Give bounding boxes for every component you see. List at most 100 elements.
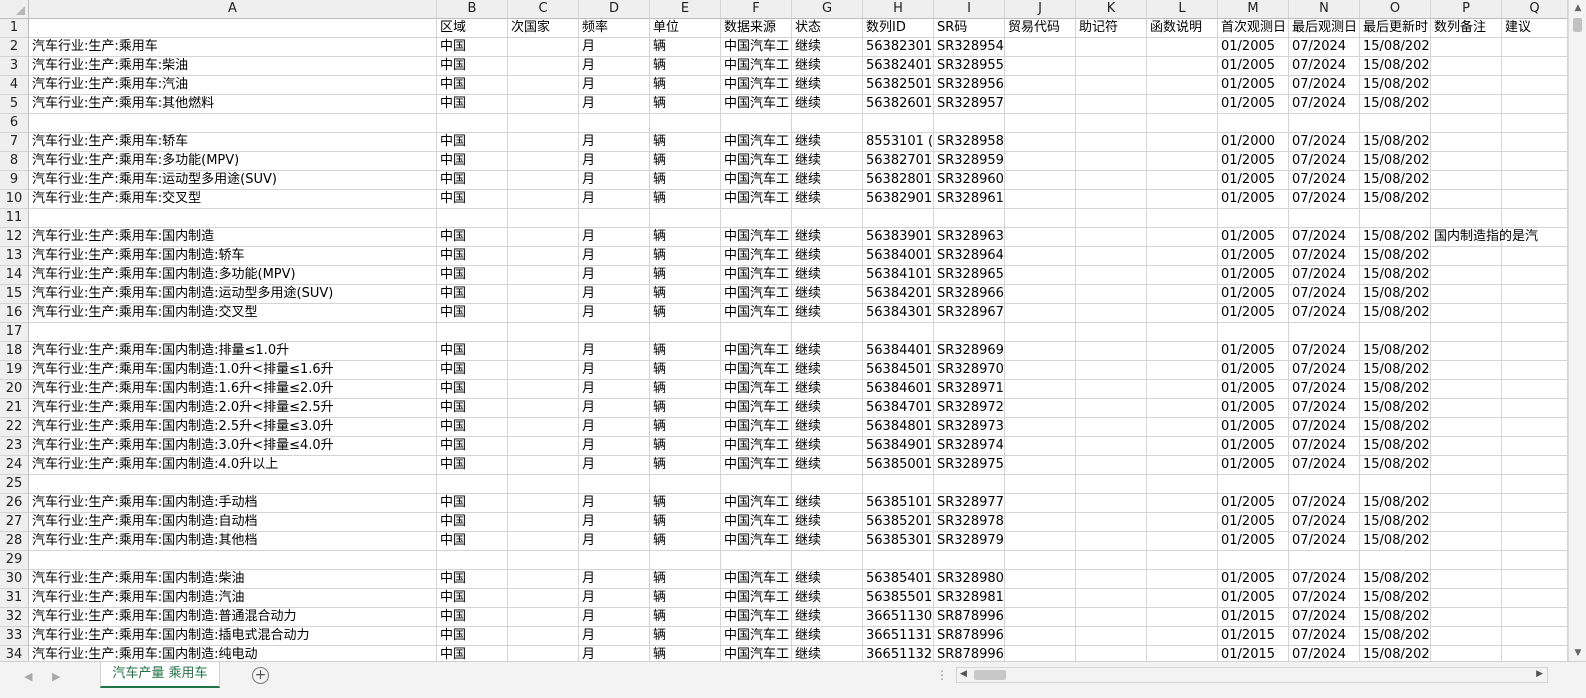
cell-j[interactable]	[1005, 304, 1076, 323]
cell-i[interactable]: SR87899667	[934, 627, 1005, 646]
cell-n[interactable]: 07/2024	[1289, 646, 1360, 661]
select-all-button[interactable]	[0, 0, 29, 19]
cell-l[interactable]	[1147, 247, 1218, 266]
spreadsheet-grid[interactable]: A B C D E F G H I J K L M N O P Q 1 区域 次国家 频率 单位 数据来源 状态 数列ID SR码…	[0, 0, 1568, 661]
row-header[interactable]: 31	[0, 589, 29, 608]
cell-f[interactable]: 中国汽车工	[721, 266, 792, 285]
cell-e[interactable]: 辆	[650, 513, 721, 532]
cell-d[interactable]	[579, 551, 650, 570]
cell-i[interactable]: SR328964	[934, 247, 1005, 266]
cell-e[interactable]: 辆	[650, 589, 721, 608]
cell-g[interactable]: 继续	[792, 95, 863, 114]
cell-n[interactable]: 07/2024	[1289, 133, 1360, 152]
cell-i[interactable]: SR328957	[934, 95, 1005, 114]
cell-p[interactable]	[1431, 114, 1502, 133]
cell-d[interactable]: 月	[579, 266, 650, 285]
cell-b[interactable]: 中国	[437, 342, 508, 361]
horizontal-scrollbar[interactable]: ◀ ▶	[956, 667, 1548, 683]
cell-e[interactable]: 辆	[650, 342, 721, 361]
cell-e[interactable]: 辆	[650, 228, 721, 247]
cell-j[interactable]	[1005, 475, 1076, 494]
cell-o[interactable]: 15/08/2024	[1360, 38, 1431, 57]
cell-c[interactable]	[508, 76, 579, 95]
cell-n[interactable]: 07/2024	[1289, 513, 1360, 532]
cell-o[interactable]: 最后更新时	[1360, 19, 1431, 38]
cell-l[interactable]	[1147, 399, 1218, 418]
cell-p[interactable]	[1431, 133, 1502, 152]
cell-o[interactable]: 15/08/202	[1360, 228, 1431, 247]
cell-b[interactable]: 中国	[437, 133, 508, 152]
cell-l[interactable]	[1147, 171, 1218, 190]
cell-f[interactable]	[721, 209, 792, 228]
cell-a[interactable]: 汽车行业:生产:乘用车:国内制造:手动档	[29, 494, 437, 513]
cell-h[interactable]: 数列ID	[863, 19, 934, 38]
cell-j[interactable]	[1005, 190, 1076, 209]
cell-g[interactable]: 继续	[792, 304, 863, 323]
cell-a[interactable]: 汽车行业:生产:乘用车:国内制造:自动档	[29, 513, 437, 532]
cell-a[interactable]: 汽车行业:生产:乘用车:国内制造:插电式混合动力	[29, 627, 437, 646]
cell-q[interactable]	[1502, 285, 1568, 304]
cell-p[interactable]	[1431, 551, 1502, 570]
scroll-up-icon[interactable]: ▲	[1572, 2, 1584, 14]
column-header-b[interactable]: B	[437, 0, 508, 19]
cell-k[interactable]	[1076, 76, 1147, 95]
cell-p[interactable]	[1431, 304, 1502, 323]
cell-e[interactable]: 辆	[650, 133, 721, 152]
cell-k[interactable]	[1076, 551, 1147, 570]
cell-d[interactable]	[579, 323, 650, 342]
cell-g[interactable]: 继续	[792, 513, 863, 532]
column-header-l[interactable]: L	[1147, 0, 1218, 19]
cell-c[interactable]	[508, 551, 579, 570]
cell-j[interactable]	[1005, 570, 1076, 589]
cell-a[interactable]: 汽车行业:生产:乘用车:国内制造:纯电动	[29, 646, 437, 661]
cell-m[interactable]: 01/2005	[1218, 570, 1289, 589]
cell-n[interactable]: 07/2024	[1289, 171, 1360, 190]
cell-l[interactable]	[1147, 209, 1218, 228]
cell-k[interactable]	[1076, 532, 1147, 551]
cell-h[interactable]: 366511327	[863, 646, 934, 661]
cell-m[interactable]: 01/2005	[1218, 399, 1289, 418]
cell-l[interactable]	[1147, 570, 1218, 589]
cell-j[interactable]	[1005, 266, 1076, 285]
cell-k[interactable]	[1076, 95, 1147, 114]
cell-p[interactable]	[1431, 38, 1502, 57]
cell-c[interactable]	[508, 513, 579, 532]
cell-n[interactable]: 07/2024	[1289, 589, 1360, 608]
cell-i[interactable]: SR328970	[934, 361, 1005, 380]
cell-b[interactable]: 中国	[437, 513, 508, 532]
cell-k[interactable]	[1076, 133, 1147, 152]
cell-o[interactable]: 15/08/2024	[1360, 171, 1431, 190]
cell-d[interactable]: 月	[579, 627, 650, 646]
cell-c[interactable]	[508, 228, 579, 247]
cell-i[interactable]: SR328973	[934, 418, 1005, 437]
cell-a[interactable]	[29, 475, 437, 494]
cell-n[interactable]: 07/2024	[1289, 418, 1360, 437]
cell-c[interactable]	[508, 456, 579, 475]
cell-b[interactable]: 中国	[437, 266, 508, 285]
cell-o[interactable]: 15/08/2024	[1360, 570, 1431, 589]
cell-q[interactable]: 建议	[1502, 19, 1568, 38]
cell-n[interactable]: 07/2024	[1289, 532, 1360, 551]
cell-c[interactable]	[508, 475, 579, 494]
row-header[interactable]: 20	[0, 380, 29, 399]
cell-l[interactable]	[1147, 513, 1218, 532]
cell-d[interactable]: 月	[579, 76, 650, 95]
cell-c[interactable]	[508, 38, 579, 57]
cell-e[interactable]: 辆	[650, 76, 721, 95]
row-header[interactable]: 26	[0, 494, 29, 513]
cell-d[interactable]: 月	[579, 380, 650, 399]
cell-c[interactable]	[508, 532, 579, 551]
cell-g[interactable]: 状态	[792, 19, 863, 38]
cell-p[interactable]	[1431, 361, 1502, 380]
cell-c[interactable]	[508, 380, 579, 399]
cell-g[interactable]: 继续	[792, 456, 863, 475]
cell-b[interactable]: 中国	[437, 437, 508, 456]
cell-m[interactable]: 01/2005	[1218, 190, 1289, 209]
cell-n[interactable]: 07/2024	[1289, 456, 1360, 475]
cell-b[interactable]: 区域	[437, 19, 508, 38]
cell-f[interactable]: 中国汽车工	[721, 190, 792, 209]
cell-g[interactable]: 继续	[792, 646, 863, 661]
cell-n[interactable]: 07/2024	[1289, 95, 1360, 114]
cell-f[interactable]: 中国汽车工	[721, 494, 792, 513]
cell-b[interactable]: 中国	[437, 456, 508, 475]
